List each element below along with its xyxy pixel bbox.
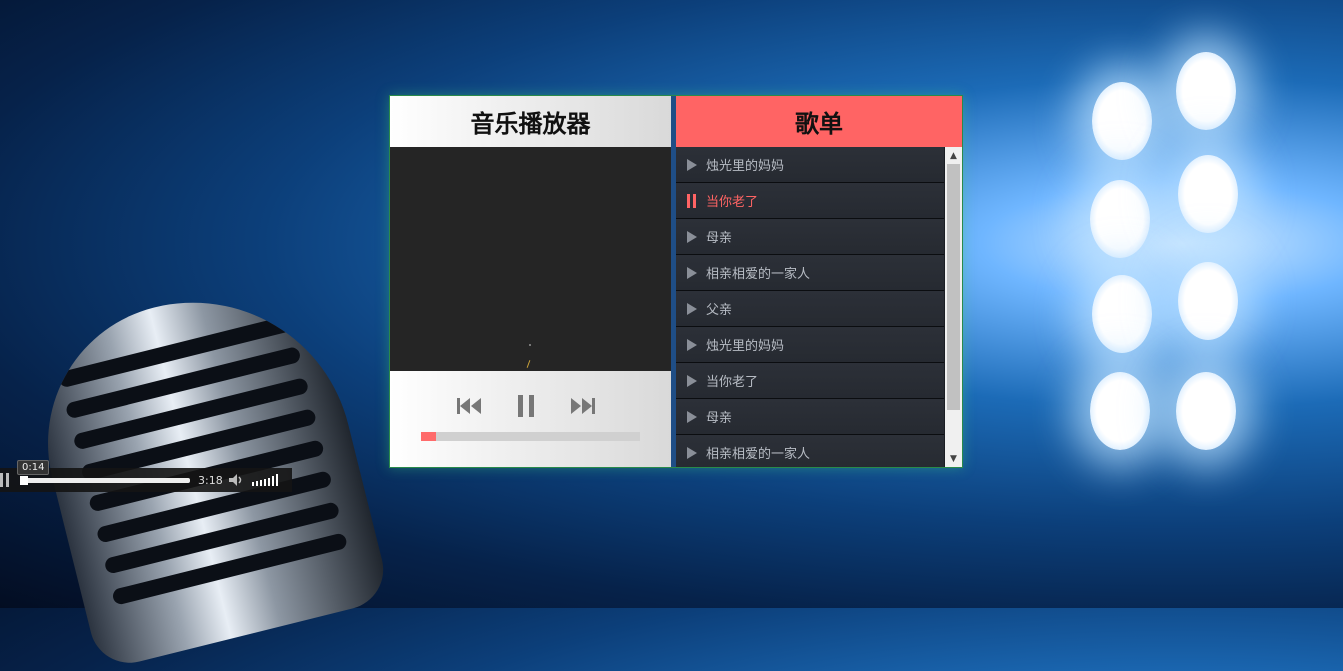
playlist-item[interactable]: 当你老了 [676, 183, 944, 219]
music-player: 音乐播放器 歌单 烛光里的妈妈 当你老了 母亲 相亲相爱的一家人 父亲 烛光里的… [389, 95, 963, 468]
pause-icon[interactable] [516, 395, 536, 417]
playlist-item-label: 母亲 [706, 411, 733, 426]
audio-control-bar: 0:14 3:18 [0, 460, 292, 492]
stage-light [1092, 275, 1152, 353]
playlist-item[interactable]: 相亲相爱的一家人 [676, 435, 944, 467]
stage-light [1176, 372, 1236, 450]
progress-fill [421, 432, 437, 441]
playlist-list: 烛光里的妈妈 当你老了 母亲 相亲相爱的一家人 父亲 烛光里的妈妈 当你老了 母亲 相亲相爱的一… [676, 147, 944, 467]
skip-previous-icon[interactable] [456, 395, 482, 417]
playlist-item-label: 相亲相爱的一家人 [706, 267, 811, 282]
stage-light [1090, 372, 1150, 450]
playlist-item-label: 当你老了 [706, 375, 759, 390]
playlist-item[interactable]: 母亲 [676, 219, 944, 255]
play-icon [686, 374, 698, 388]
stage-light [1090, 180, 1150, 258]
stage-light [1178, 262, 1238, 340]
player-panel: 音乐播放器 [390, 96, 671, 467]
skip-next-icon[interactable] [570, 395, 596, 417]
stage-light [1176, 52, 1236, 130]
playlist-panel: 歌单 烛光里的妈妈 当你老了 母亲 相亲相爱的一家人 父亲 烛光里的妈妈 当你老了 母亲 相亲相… [676, 96, 962, 467]
player-title: 音乐播放器 [390, 96, 671, 147]
stage-light [1178, 155, 1238, 233]
playlist-item[interactable]: 当你老了 [676, 363, 944, 399]
playlist-item[interactable]: 烛光里的妈妈 [676, 327, 944, 363]
play-icon [686, 338, 698, 352]
progress-bar[interactable] [421, 432, 640, 441]
play-icon [686, 158, 698, 172]
playlist-item-label: 烛光里的妈妈 [706, 339, 785, 354]
pause-icon [686, 193, 698, 208]
playlist-item-label: 烛光里的妈妈 [706, 159, 785, 174]
play-icon [686, 446, 698, 460]
playlist-title: 歌单 [676, 96, 962, 147]
volume-slider[interactable] [252, 474, 278, 486]
current-time-tooltip: 0:14 [17, 460, 50, 475]
playlist-item-label: 母亲 [706, 231, 733, 246]
scroll-up-icon[interactable]: ▲ [945, 147, 962, 164]
playlist-item-label: 当你老了 [706, 195, 759, 210]
visualizer-area [390, 147, 671, 371]
playlist-item[interactable]: 相亲相爱的一家人 [676, 255, 944, 291]
volume-icon[interactable] [228, 472, 244, 488]
play-icon [686, 410, 698, 424]
playlist-item-label: 相亲相爱的一家人 [706, 447, 811, 462]
playlist-item[interactable]: 烛光里的妈妈 [676, 147, 944, 183]
duration-label: 3:18 [198, 474, 223, 487]
scroll-down-icon[interactable]: ▼ [945, 450, 962, 467]
play-icon [686, 266, 698, 280]
playlist-item[interactable]: 母亲 [676, 399, 944, 435]
playlist-scrollbar[interactable]: ▲ ▼ [945, 147, 962, 467]
audio-seek-handle[interactable] [20, 476, 28, 485]
audio-seek-track[interactable] [20, 478, 190, 483]
scrollbar-thumb[interactable] [947, 164, 960, 410]
playlist-item-label: 父亲 [706, 303, 733, 318]
stage-light [1092, 82, 1152, 160]
play-icon [686, 230, 698, 244]
audio-pause-button[interactable] [0, 473, 12, 487]
play-icon [686, 302, 698, 316]
player-controls [390, 371, 671, 467]
playlist-item[interactable]: 父亲 [676, 291, 944, 327]
